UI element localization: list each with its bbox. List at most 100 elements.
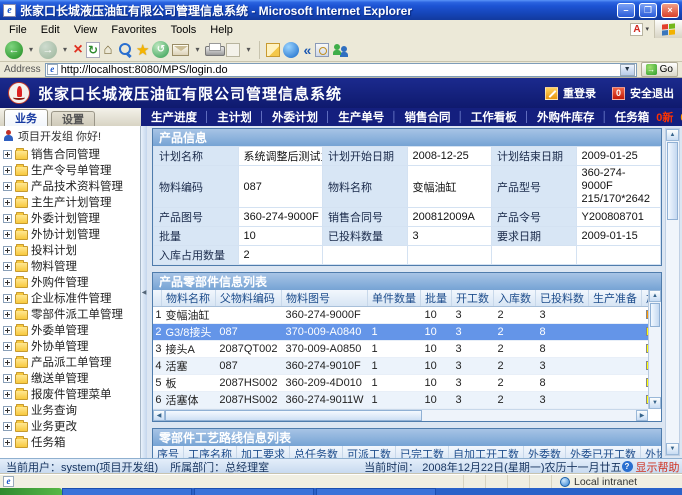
menu-view[interactable]: View — [67, 23, 105, 37]
research-icon[interactable] — [315, 43, 329, 57]
expand-icon[interactable] — [3, 422, 12, 431]
address-input[interactable]: http://localhost:8080/MPS/login.do ▼ — [45, 63, 637, 77]
menu-favorites[interactable]: Favorites — [104, 23, 163, 37]
sidebar-item[interactable]: 投料计划 — [3, 242, 140, 258]
column-header[interactable]: 自加工开工数 — [449, 446, 524, 458]
expand-icon[interactable] — [3, 246, 12, 255]
column-header[interactable]: 序号 — [153, 446, 184, 458]
sidebar-item[interactable]: 业务更改 — [3, 418, 140, 434]
expand-icon[interactable] — [3, 150, 12, 159]
scroll-up-button[interactable]: ▲ — [666, 129, 679, 141]
address-dropdown-button[interactable]: ▼ — [620, 64, 635, 76]
history-icon[interactable] — [152, 41, 169, 58]
sidebar-item[interactable]: 外委单管理 — [3, 322, 140, 338]
table-row[interactable]: 4活塞087360-274-9010F11032320 % — [153, 358, 648, 375]
column-header[interactable]: 外协数 — [641, 446, 663, 458]
expand-icon[interactable] — [3, 214, 12, 223]
column-header[interactable]: 总任务数 — [290, 446, 343, 458]
expand-icon[interactable] — [3, 310, 12, 319]
table-row[interactable]: 3接头A2087QT002370-009-A085011032820 % — [153, 341, 648, 358]
expand-icon[interactable] — [3, 166, 12, 175]
expand-icon[interactable] — [3, 278, 12, 287]
sidebar-item[interactable]: 缴送单管理 — [3, 370, 140, 386]
expand-icon[interactable] — [3, 390, 12, 399]
nav-item[interactable]: 生产单号 — [338, 109, 384, 125]
messenger-icon[interactable] — [332, 42, 350, 57]
back-icon[interactable] — [5, 41, 23, 59]
mail-dropdown-icon[interactable] — [192, 41, 202, 59]
column-header[interactable] — [153, 290, 162, 307]
search-icon[interactable] — [116, 41, 133, 58]
tab-settings[interactable]: 设置 — [51, 111, 95, 126]
sidebar-item[interactable]: 生产令号单管理 — [3, 162, 140, 178]
logout-button[interactable]: 安全退出 — [612, 85, 674, 101]
expand-icon[interactable] — [3, 198, 12, 207]
column-header[interactable]: 外委数 — [524, 446, 566, 458]
tab-business[interactable]: 业务 — [4, 109, 48, 126]
edit-dropdown-icon[interactable] — [243, 41, 253, 59]
table-row[interactable]: 1变幅油缸360-274-9000F1032329 % — [153, 307, 648, 324]
scroll-left-button[interactable]: ◀ — [153, 410, 165, 421]
taskbar-button[interactable] — [316, 488, 436, 495]
column-header[interactable]: 加工要求 — [237, 446, 290, 458]
nav-item[interactable]: 销售合同 — [405, 109, 451, 125]
scroll-right-button[interactable]: ▶ — [636, 410, 648, 421]
mail-icon[interactable] — [172, 44, 189, 56]
sidebar-item[interactable]: 外协单管理 — [3, 338, 140, 354]
sidebar-item[interactable]: 任务箱 — [3, 434, 140, 450]
column-header[interactable]: 工序名称 — [184, 446, 237, 458]
sidebar-item[interactable]: 主生产计划管理 — [3, 194, 140, 210]
column-header[interactable]: 父物料编码 — [215, 290, 281, 307]
column-header[interactable]: 已投料数 — [536, 290, 589, 307]
scroll-thumb[interactable] — [667, 142, 678, 220]
sidebar-item[interactable]: 产品派工单管理 — [3, 354, 140, 370]
sidebar-item[interactable]: 报废件管理菜单 — [3, 386, 140, 402]
menu-help[interactable]: Help — [203, 23, 240, 37]
sidebar-item[interactable]: 销售合同管理 — [3, 146, 140, 162]
expand-icon[interactable] — [3, 230, 12, 239]
discuss-icon[interactable] — [266, 43, 280, 57]
home-icon[interactable] — [103, 41, 113, 59]
print-icon[interactable] — [205, 43, 223, 57]
nav-item[interactable]: 任务箱 — [615, 109, 650, 125]
stop-icon[interactable] — [73, 41, 83, 59]
sidebar-item[interactable]: 外协计划管理 — [3, 226, 140, 242]
nav-item[interactable]: 生产进度 — [151, 109, 197, 125]
forward-icon[interactable] — [39, 41, 57, 59]
column-header[interactable]: 入库数 — [494, 290, 536, 307]
expand-icon[interactable] — [3, 294, 12, 303]
adobe-pdf-button[interactable]: ▾ — [625, 23, 654, 36]
sidebar-item[interactable]: 产品技术资料管理 — [3, 178, 140, 194]
nav-item[interactable]: 外委计划 — [272, 109, 318, 125]
expand-icon[interactable] — [3, 262, 12, 271]
sidebar-item[interactable]: 零部件派工单管理 — [3, 306, 140, 322]
scroll-down-button[interactable]: ▼ — [666, 443, 679, 455]
scroll-down-button[interactable]: ▼ — [649, 397, 661, 409]
column-header[interactable]: 生产准备 — [589, 290, 642, 307]
expand-icon[interactable] — [3, 342, 12, 351]
column-header[interactable]: 批量 — [421, 290, 452, 307]
sidebar-item[interactable]: 外购件管理 — [3, 274, 140, 290]
table-row[interactable]: 6活塞体2087HS002360-274-9011W11032320 % — [153, 392, 648, 409]
column-header[interactable]: 开工数 — [452, 290, 494, 307]
back-dropdown-icon[interactable] — [26, 41, 36, 59]
show-help-button[interactable]: 显示帮助 — [622, 459, 680, 475]
menu-edit[interactable]: Edit — [34, 23, 67, 37]
start-button[interactable] — [0, 488, 62, 495]
expand-icon[interactable] — [3, 182, 12, 191]
table-row[interactable]: 5板2087HS002360-209-4D01011032820 % — [153, 375, 648, 392]
nav-item[interactable]: 工作看板 — [471, 109, 517, 125]
scroll-thumb[interactable] — [650, 303, 660, 327]
msn-icon[interactable] — [283, 42, 299, 58]
column-header[interactable]: 单件数量 — [368, 290, 421, 307]
sidebar-item[interactable]: 物料管理 — [3, 258, 140, 274]
column-header[interactable]: 已完工数 — [396, 446, 449, 458]
table-row[interactable]: 2G3/8接头087370-009-A084011032820 % — [153, 324, 648, 341]
edit-icon[interactable] — [226, 43, 240, 57]
column-header[interactable]: 外委已开工数 — [566, 446, 641, 458]
arrow-icon[interactable] — [302, 41, 312, 59]
minimize-button[interactable]: – — [617, 3, 635, 18]
go-button[interactable]: → Go — [641, 62, 678, 77]
sidebar-item[interactable]: 企业标准件管理 — [3, 290, 140, 306]
nav-item[interactable]: 外购件库存 — [537, 109, 595, 125]
